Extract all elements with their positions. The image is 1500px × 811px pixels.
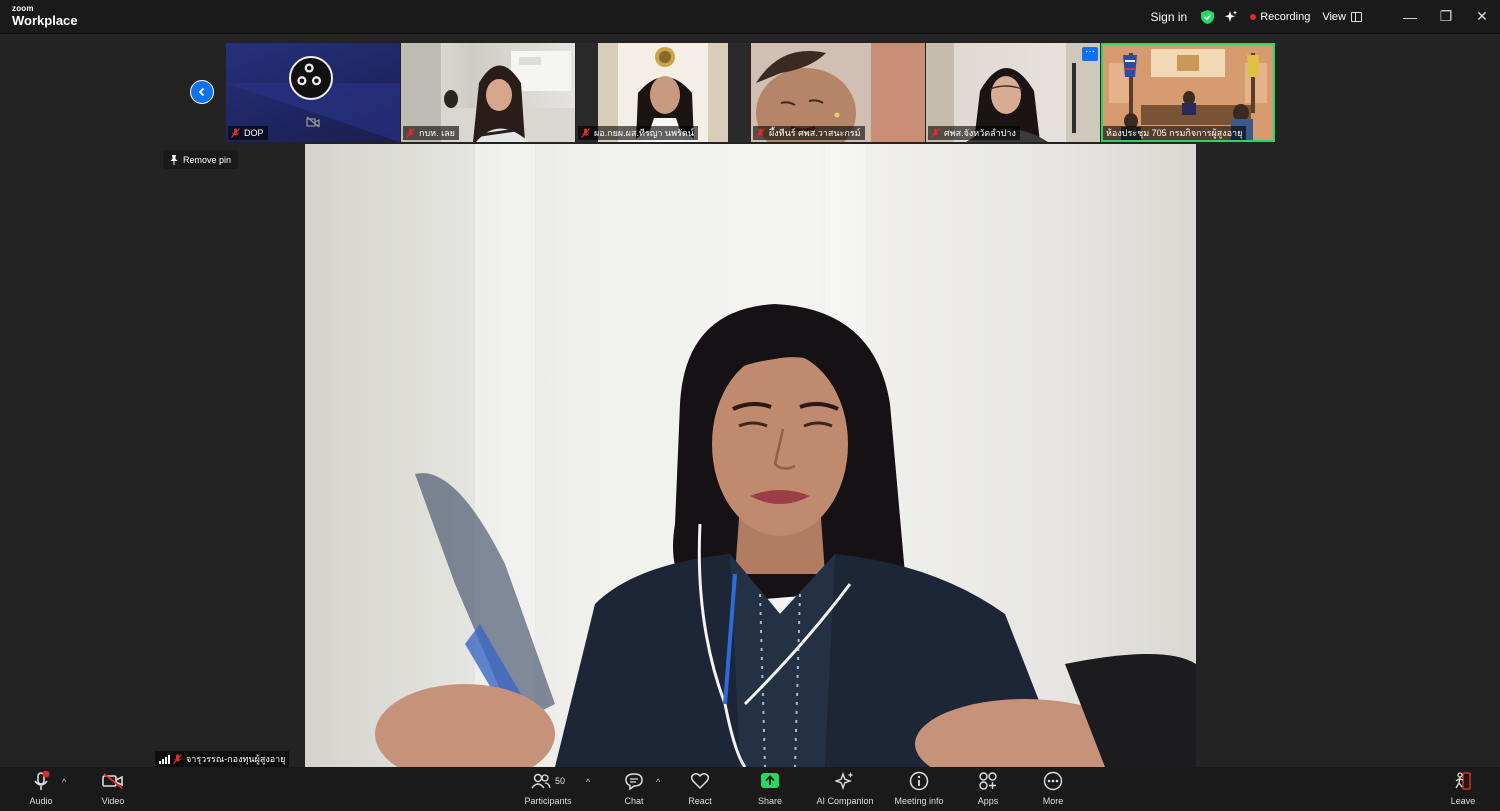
mic-muted-icon: [173, 754, 182, 764]
react-button[interactable]: React: [685, 767, 715, 811]
audio-label: Audio: [29, 796, 53, 806]
recording-label: Recording: [1260, 10, 1311, 23]
participant-tile[interactable]: กบห. เลย: [401, 43, 575, 142]
microphone-icon: [34, 771, 50, 790]
meeting-info-button[interactable]: Meeting info: [890, 767, 948, 811]
share-button[interactable]: Share: [755, 767, 785, 811]
video-icon: [102, 773, 123, 789]
video-label: Video: [101, 796, 125, 806]
shield-icon[interactable]: [1201, 9, 1215, 24]
participant-tile[interactable]: ··· ศพส.จังหวัดลำปาง: [926, 43, 1100, 142]
mic-muted-icon: [581, 128, 590, 138]
ai-companion-label: AI Companion: [816, 796, 874, 806]
audio-options-chevron-icon[interactable]: ^: [62, 777, 66, 787]
info-icon: [909, 771, 929, 791]
meeting-toolbar: Audio ^ Video 50 Participants ^ Chat ^ R…: [0, 767, 1500, 811]
zoom-logo: zoom Workplace: [12, 4, 78, 28]
sign-in-link[interactable]: Sign in: [1151, 10, 1188, 24]
camera-off-icon: [306, 116, 320, 128]
apps-icon: [979, 772, 997, 790]
leave-icon: [1455, 772, 1471, 790]
share-label: Share: [757, 796, 783, 806]
view-grid-icon: [1351, 11, 1362, 22]
pin-icon: [170, 154, 178, 165]
apps-button[interactable]: Apps: [973, 767, 1003, 811]
previous-page-button[interactable]: [190, 80, 214, 104]
participant-name-label: DOP: [228, 126, 268, 140]
participant-name-label: กบห. เลย: [403, 126, 459, 140]
participant-strip: DOP กบห. เลย ผอ.กยผ.ผส.ทีรญา นพรัตน์ ผึ้…: [226, 43, 1276, 142]
close-button[interactable]: ✕: [1464, 0, 1500, 33]
participant-tile[interactable]: ผอ.กยผ.ผส.ทีรญา นพรัตน์: [576, 43, 750, 142]
title-bar: zoom Workplace Sign in Recording View — …: [0, 0, 1500, 34]
brand-name: Workplace: [12, 13, 78, 28]
leave-button[interactable]: Leave: [1448, 767, 1478, 811]
participants-label: Participants: [524, 796, 572, 806]
minimize-button[interactable]: —: [1392, 0, 1428, 33]
restore-button[interactable]: ❐: [1428, 0, 1464, 33]
audio-button[interactable]: Audio: [26, 767, 56, 811]
video-button[interactable]: Video: [98, 767, 128, 811]
react-heart-icon: [690, 773, 710, 790]
share-arrow-icon: [761, 773, 779, 788]
chat-label: Chat: [624, 796, 644, 806]
meeting-info-label: Meeting info: [894, 796, 944, 806]
apps-label: Apps: [977, 796, 999, 806]
participant-tile[interactable]: DOP: [226, 43, 400, 142]
mic-muted-icon: [406, 128, 415, 138]
participants-button[interactable]: 50 Participants: [520, 767, 576, 811]
remove-pin-button[interactable]: Remove pin: [163, 150, 239, 169]
react-label: React: [688, 796, 712, 806]
main-video[interactable]: [305, 144, 1196, 767]
ai-spark-icon[interactable]: [1224, 10, 1238, 24]
recording-dot-icon: [1250, 13, 1257, 20]
participant-name-label: ผอ.กยผ.ผส.ทีรญา นพรัตน์: [578, 126, 698, 140]
brand-small: zoom: [12, 4, 34, 13]
remove-pin-label: Remove pin: [183, 154, 232, 165]
speaker-video-feed: [305, 144, 1196, 767]
participant-name-label: ห้องประชุม 705 กรมกิจการผู้สูงอายุ: [1103, 126, 1247, 140]
leave-label: Leave: [1450, 796, 1476, 806]
mic-muted-icon: [931, 128, 940, 138]
recording-indicator[interactable]: Recording: [1250, 11, 1310, 23]
signal-icon: [159, 754, 170, 764]
ai-companion-icon: [835, 771, 854, 791]
participant-tile[interactable]: ผึ้งทีนร์ ศพส.วาสนะกรม์: [751, 43, 925, 142]
view-button[interactable]: View: [1322, 11, 1362, 23]
more-options-button[interactable]: ···: [1082, 47, 1098, 61]
participant-tile-active-speaker[interactable]: ห้องประชุม 705 กรมกิจการผู้สูงอายุ: [1101, 43, 1275, 142]
main-participant-name-label: จารุวรรณ-กองทุนผู้สูงอายุ: [155, 751, 290, 767]
participants-options-chevron-icon[interactable]: ^: [586, 777, 590, 787]
participant-name-label: ศพส.จังหวัดลำปาง: [928, 126, 1020, 140]
view-label: View: [1322, 10, 1346, 23]
participants-count: 50: [554, 776, 565, 786]
chat-options-chevron-icon[interactable]: ^: [656, 777, 660, 787]
ai-companion-button[interactable]: AI Companion: [814, 767, 876, 811]
chat-button[interactable]: Chat: [619, 767, 649, 811]
chevron-left-icon: [198, 87, 205, 97]
mic-muted-icon: [756, 128, 765, 138]
more-button[interactable]: More: [1038, 767, 1068, 811]
more-label: More: [1042, 796, 1064, 806]
participants-icon: [531, 773, 551, 789]
more-dots-icon: [1043, 771, 1063, 791]
mic-muted-icon: [231, 128, 240, 138]
chat-icon: [625, 773, 643, 790]
participant-name-label: ผึ้งทีนร์ ศพส.วาสนะกรม์: [753, 126, 865, 140]
obs-logo-icon: [289, 56, 333, 100]
